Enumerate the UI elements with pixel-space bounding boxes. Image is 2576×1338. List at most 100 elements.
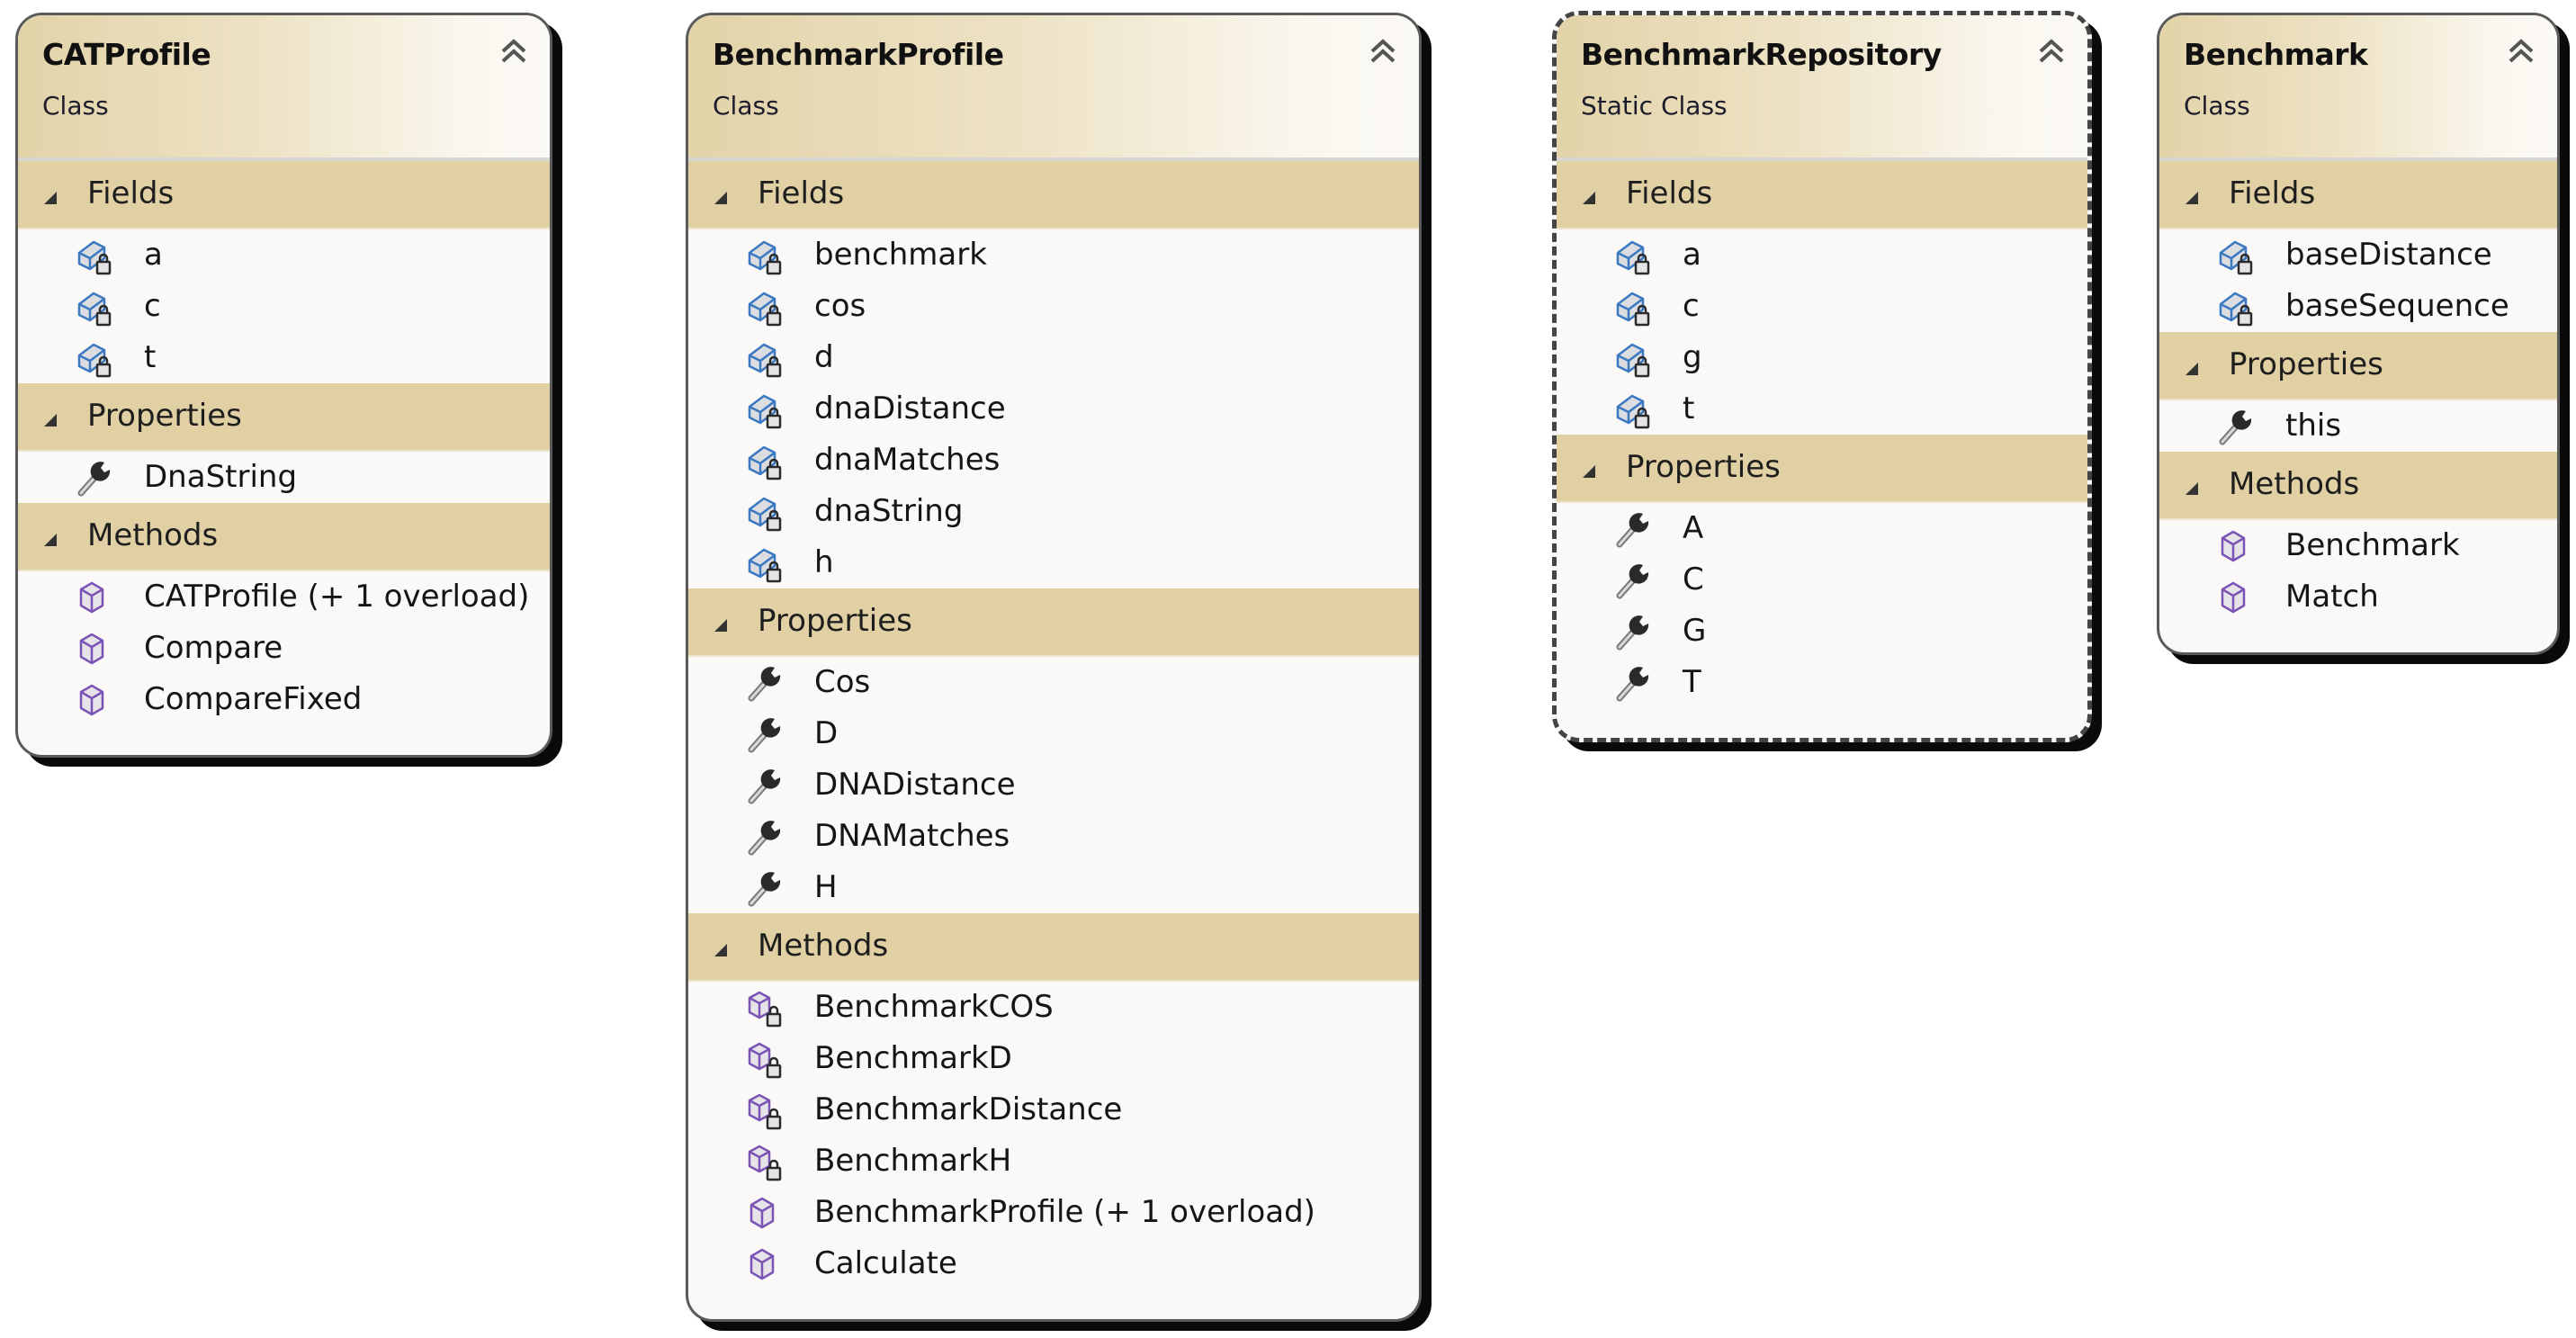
member-name: BenchmarkD: [814, 1040, 1012, 1076]
member-row[interactable]: t: [18, 332, 550, 383]
class-box-benchmarkprofile[interactable]: BenchmarkProfile Class Fields benchmark cos d…: [686, 13, 1422, 1322]
member-row[interactable]: T: [1557, 657, 2087, 708]
member-row[interactable]: c: [1557, 281, 2087, 332]
class-header[interactable]: BenchmarkRepository Static Class: [1557, 15, 2087, 161]
section-label: Methods: [758, 928, 889, 964]
public-method-icon: [74, 628, 117, 669]
member-row[interactable]: dnaDistance: [688, 383, 1419, 435]
expanded-triangle-icon[interactable]: [714, 618, 728, 633]
member-row[interactable]: CATProfile (+ 1 overload): [18, 571, 550, 623]
expanded-triangle-icon[interactable]: [2185, 481, 2199, 496]
member-row[interactable]: DnaString: [18, 452, 550, 503]
member-row[interactable]: c: [18, 281, 550, 332]
member-name: Compare: [144, 630, 283, 666]
box-bottom-padding: [688, 1289, 1419, 1319]
private-field-icon: [2215, 286, 2258, 328]
expanded-triangle-icon[interactable]: [2185, 191, 2199, 205]
member-row[interactable]: baseDistance: [2159, 229, 2557, 281]
section-label: Properties: [87, 398, 242, 434]
section-header-methods[interactable]: Methods: [688, 913, 1419, 982]
private-field-icon: [1612, 389, 1656, 430]
expanded-triangle-icon[interactable]: [43, 191, 58, 205]
member-row[interactable]: BenchmarkCOS: [688, 982, 1419, 1033]
member-name: baseSequence: [2285, 288, 2509, 324]
member-row[interactable]: D: [688, 708, 1419, 759]
expanded-triangle-icon[interactable]: [43, 533, 58, 547]
section-header-methods[interactable]: Methods: [18, 503, 550, 571]
class-header[interactable]: Benchmark Class: [2159, 15, 2557, 161]
member-row[interactable]: G: [1557, 606, 2087, 657]
member-name: BenchmarkH: [814, 1143, 1012, 1179]
member-row[interactable]: H: [688, 862, 1419, 913]
member-row[interactable]: dnaMatches: [688, 435, 1419, 486]
member-row[interactable]: this: [2159, 400, 2557, 452]
member-row[interactable]: C: [1557, 554, 2087, 606]
member-row[interactable]: BenchmarkDistance: [688, 1084, 1419, 1136]
member-row[interactable]: h: [688, 537, 1419, 588]
member-row[interactable]: Calculate: [688, 1238, 1419, 1289]
class-box-benchmark[interactable]: Benchmark Class Fields baseDistance baseSequ…: [2157, 13, 2560, 655]
class-header[interactable]: CATProfile Class: [18, 15, 550, 161]
section-header-fields[interactable]: Fields: [688, 161, 1419, 229]
expanded-triangle-icon[interactable]: [2185, 362, 2199, 376]
member-row[interactable]: Match: [2159, 571, 2557, 623]
member-row[interactable]: d: [688, 332, 1419, 383]
member-row[interactable]: benchmark: [688, 229, 1419, 281]
member-row[interactable]: BenchmarkD: [688, 1033, 1419, 1084]
class-box-catprofile[interactable]: CATProfile Class Fields a c t Properties DnaStr…: [15, 13, 552, 758]
member-name: t: [1683, 391, 1695, 427]
expanded-triangle-icon[interactable]: [43, 413, 58, 427]
member-row[interactable]: baseSequence: [2159, 281, 2557, 332]
section-header-fields[interactable]: Fields: [2159, 161, 2557, 229]
class-name: BenchmarkProfile: [713, 37, 1004, 72]
double-chevron-up-icon[interactable]: [1365, 31, 1401, 67]
section-header-properties[interactable]: Properties: [688, 588, 1419, 657]
member-row[interactable]: DNADistance: [688, 759, 1419, 811]
class-name: BenchmarkRepository: [1581, 37, 1942, 72]
member-name: DNADistance: [814, 767, 1016, 803]
double-chevron-up-icon[interactable]: [2503, 31, 2539, 67]
expanded-triangle-icon[interactable]: [714, 191, 728, 205]
public-method-icon: [74, 577, 117, 618]
double-chevron-up-icon[interactable]: [496, 31, 532, 67]
member-row[interactable]: a: [1557, 229, 2087, 281]
section-header-properties[interactable]: Properties: [18, 383, 550, 452]
member-name: h: [814, 544, 834, 580]
private-field-icon: [744, 543, 787, 584]
section-label: Properties: [2229, 346, 2383, 382]
member-row[interactable]: a: [18, 229, 550, 281]
member-name: Match: [2285, 579, 2379, 615]
public-method-icon: [744, 1192, 787, 1234]
member-row[interactable]: A: [1557, 503, 2087, 554]
section-header-fields[interactable]: Fields: [18, 161, 550, 229]
class-kind: Static Class: [1581, 91, 1728, 121]
member-row[interactable]: cos: [688, 281, 1419, 332]
member-row[interactable]: dnaString: [688, 486, 1419, 537]
section-header-properties[interactable]: Properties: [2159, 332, 2557, 400]
class-box-benchmarkrepository[interactable]: BenchmarkRepository Static Class Fields a c g…: [1552, 11, 2092, 742]
member-row[interactable]: CompareFixed: [18, 674, 550, 725]
member-row[interactable]: Compare: [18, 623, 550, 674]
member-row[interactable]: BenchmarkProfile (+ 1 overload): [688, 1187, 1419, 1238]
property-wrench-icon: [744, 765, 787, 806]
property-wrench-icon: [1612, 508, 1656, 550]
member-row[interactable]: Cos: [688, 657, 1419, 708]
section-header-properties[interactable]: Properties: [1557, 435, 2087, 503]
member-name: D: [814, 715, 839, 751]
class-header[interactable]: BenchmarkProfile Class: [688, 15, 1419, 161]
member-row[interactable]: g: [1557, 332, 2087, 383]
expanded-triangle-icon[interactable]: [1582, 464, 1596, 479]
expanded-triangle-icon[interactable]: [1582, 191, 1596, 205]
member-name: this: [2285, 408, 2342, 444]
member-name: dnaMatches: [814, 442, 1001, 478]
member-row[interactable]: Benchmark: [2159, 520, 2557, 571]
double-chevron-up-icon[interactable]: [2033, 31, 2069, 67]
property-wrench-icon: [1612, 662, 1656, 704]
expanded-triangle-icon[interactable]: [714, 943, 728, 957]
section-header-methods[interactable]: Methods: [2159, 452, 2557, 520]
member-row[interactable]: BenchmarkH: [688, 1136, 1419, 1187]
section-header-fields[interactable]: Fields: [1557, 161, 2087, 229]
member-row[interactable]: t: [1557, 383, 2087, 435]
private-method-icon: [744, 1141, 787, 1182]
member-row[interactable]: DNAMatches: [688, 811, 1419, 862]
